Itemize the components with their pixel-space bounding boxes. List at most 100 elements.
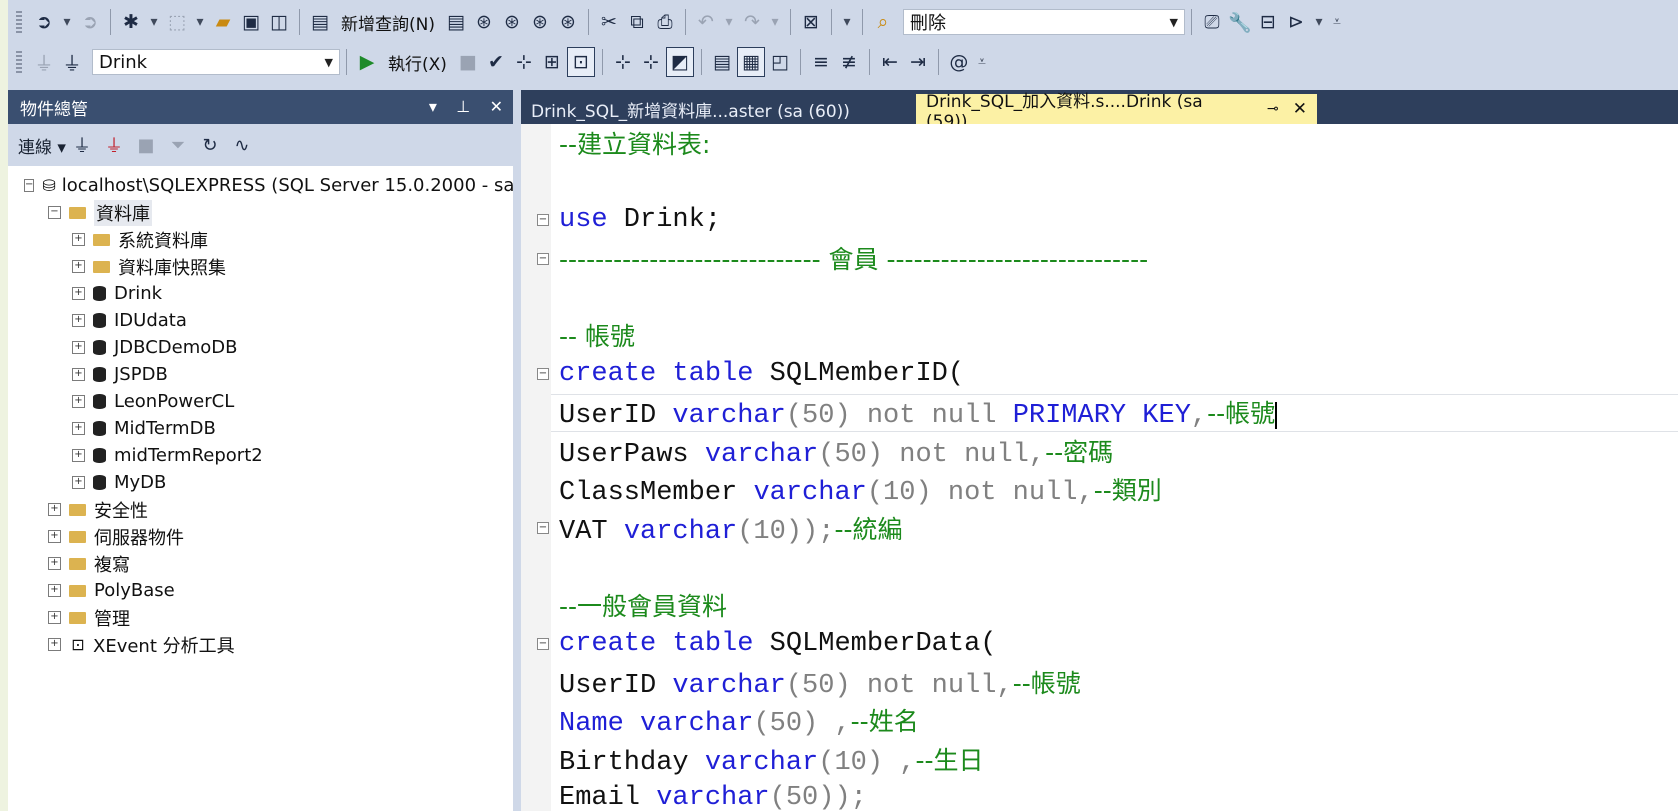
tree-node-database[interactable]: + IDUdata [8,307,513,334]
chevron-down-icon[interactable]: ▾ [1311,8,1327,36]
action-combo[interactable]: 刪除 ▼ [902,9,1185,35]
tree-node-database[interactable]: + midTermReport2 [8,442,513,469]
properties-icon[interactable]: 🔧 [1227,8,1253,36]
display-estimated-plan-icon[interactable]: ⊹ [511,48,537,76]
connect-icon[interactable]: ⏚ [67,131,97,159]
code-line[interactable]: UserID varchar(50) not null PRIMARY KEY,… [551,393,1678,432]
save-icon[interactable]: ▣ [238,8,264,36]
decrease-indent-icon[interactable]: ⇤ [877,48,903,76]
tree-node-management[interactable]: + 管理 [8,604,513,631]
pin-icon[interactable]: ⊸ [1267,101,1279,117]
tree-node-database[interactable]: + JDBCDemoDB [8,334,513,361]
code-line[interactable]: --一般會員資料 [551,586,1678,625]
intellisense-icon[interactable]: ⊡ [566,47,595,77]
code-line[interactable]: -- 帳號 [551,317,1678,356]
live-query-statistics-icon[interactable]: ⊹ [638,48,664,76]
chevron-down-icon[interactable]: ▾ [721,8,737,36]
new-query-icon[interactable]: ▤ [307,8,333,36]
chevron-down-icon[interactable]: ▾ [192,8,208,36]
refresh-icon[interactable]: ↻ [195,131,225,159]
dmx-query-icon[interactable]: ⊛ [499,8,525,36]
tree-node-database[interactable]: + MidTermDB [8,415,513,442]
tree-node-system-databases[interactable]: + 系統資料庫 [8,226,513,253]
solution-explorer-icon[interactable]: ⎚ [1199,8,1225,36]
add-item-icon[interactable]: ⬚ [164,8,190,36]
execute-button[interactable]: 執行(X) [382,48,453,76]
code-line[interactable]: --建立資料表: [551,124,1678,163]
fold-toggle-icon[interactable]: − [537,214,549,227]
paste-icon[interactable]: ⎙ [652,8,678,36]
tree-node-databases[interactable]: − 資料庫 [8,199,513,226]
disconnect-icon[interactable]: ⏚ [99,131,129,159]
code-line[interactable]: Email varchar(50)); [551,779,1678,811]
execute-icon[interactable]: ▶ [354,48,380,76]
expand-icon[interactable]: + [72,368,85,381]
stop-icon[interactable]: ■ [131,131,161,159]
filter-icon[interactable]: ⏷ [163,131,193,159]
collapse-icon[interactable]: − [24,179,35,192]
code-line[interactable]: − use Drink; [537,201,1678,240]
cut-icon[interactable]: ✂ [596,8,622,36]
code-line[interactable]: UserID varchar(50) not null,--帳號 [551,663,1678,702]
redo-icon[interactable]: ↷ [739,8,765,36]
increase-indent-icon[interactable]: ⇥ [905,48,931,76]
uncomment-lines-icon[interactable]: ≢ [836,48,862,76]
code-line[interactable] [551,548,1678,587]
results-to-text-icon[interactable]: ▤ [709,48,735,76]
toolbar-grip[interactable] [16,11,22,33]
fold-toggle-icon[interactable]: − [537,252,549,265]
collapse-icon[interactable]: − [48,206,61,219]
dax-query-icon[interactable]: ⊛ [555,8,581,36]
code-line[interactable]: − VAT varchar(10));--統編 [537,509,1678,548]
include-actual-plan-icon[interactable]: ⊹ [610,48,636,76]
expand-icon[interactable]: + [72,395,85,408]
available-databases-combo[interactable]: Drink ▼ [92,49,340,75]
tab-drink-sql-new-database[interactable]: Drink_SQL_新增資料庫...aster (sa (60)) [521,94,916,124]
expand-icon[interactable]: + [72,314,85,327]
comment-lines-icon[interactable]: ≡ [808,48,834,76]
fold-toggle-icon[interactable]: − [537,637,549,650]
panel-splitter[interactable] [513,90,521,811]
specify-template-values-icon[interactable]: @ [946,48,972,76]
tree-node-xevent-profiler[interactable]: + ⊡ XEvent 分析工具 [8,631,513,658]
expand-icon[interactable]: + [48,611,61,624]
expand-icon[interactable]: + [72,449,85,462]
connect-dropdown[interactable]: 連線 ▾ [18,133,66,158]
expand-icon[interactable]: + [48,503,61,516]
find-icon[interactable]: ⌕ [870,8,896,36]
open-folder-icon[interactable]: ▰ [210,8,236,36]
tree-node-server[interactable]: − ⛁ localhost\SQLEXPRESS (SQL Server 15.… [8,172,521,199]
code-line[interactable]: − create table SQLMemberID( [537,355,1678,394]
expand-icon[interactable]: + [48,530,61,543]
expand-icon[interactable]: + [48,584,61,597]
close-icon[interactable]: ✕ [490,97,503,116]
cancel-query-icon[interactable]: ■ [455,48,481,76]
expand-icon[interactable]: + [72,341,85,354]
close-icon[interactable]: ✕ [1293,99,1307,119]
xmla-query-icon[interactable]: ⊛ [527,8,553,36]
toolbar-overflow-icon[interactable]: ⩡ [974,48,990,76]
save-all-icon[interactable]: ◫ [266,8,292,36]
pin-icon[interactable]: ⊥ [456,97,470,116]
tab-drink-sql-insert-data[interactable]: Drink_SQL_加入資料.s....Drink (sa (59)) ⊸ ✕ [916,92,1317,132]
activity-monitor-icon[interactable]: ⊠ [798,8,824,36]
chevron-down-icon[interactable]: ▾ [146,8,162,36]
toolbar-grip[interactable] [16,51,22,73]
code-line[interactable]: Name varchar(50) ,--姓名 [551,702,1678,741]
toolbar-overflow-icon[interactable]: ⩡ [1329,8,1345,36]
code-line[interactable]: − ----------------------------- 會員 ------… [537,240,1678,279]
connect-icon[interactable]: ⏚ [31,48,57,76]
new-query-icon[interactable]: ▤ [443,8,469,36]
tree-node-database-snapshots[interactable]: + 資料庫快照集 [8,253,513,280]
expand-icon[interactable]: + [72,233,85,246]
tree-node-database[interactable]: + LeonPowerCL [8,388,513,415]
client-statistics-icon[interactable]: ◩ [665,47,694,77]
chevron-down-icon[interactable]: ▾ [59,8,75,36]
change-connection-icon[interactable]: ⏚ [59,48,85,76]
code-line[interactable]: Birthday varchar(10) ,--生日 [551,740,1678,779]
expand-icon[interactable]: + [72,287,85,300]
code-line[interactable] [551,163,1678,202]
tree-node-polybase[interactable]: + PolyBase [8,577,513,604]
parse-icon[interactable]: ✔ [483,48,509,76]
code-line[interactable]: ClassMember varchar(10) not null,--類別 [551,471,1678,510]
